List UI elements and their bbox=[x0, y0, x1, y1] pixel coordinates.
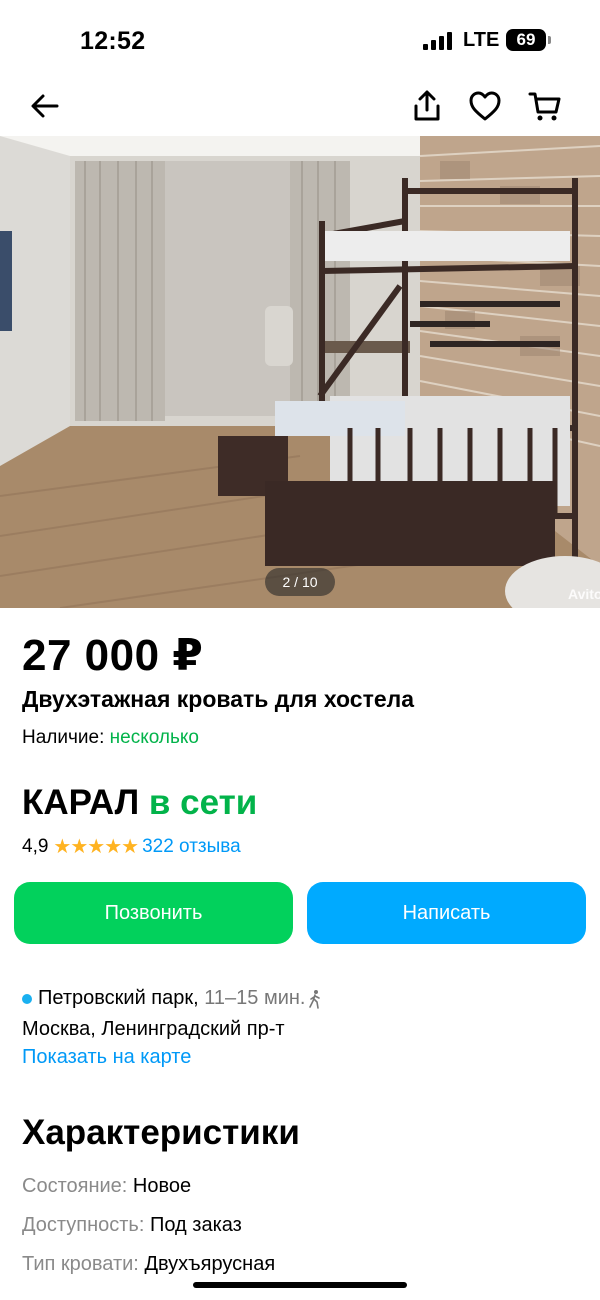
spec-row-bed-type: Тип кровати: Двухъярусная bbox=[22, 1253, 275, 1276]
metro-name: Петровский парк, bbox=[38, 987, 199, 1009]
spec-key: Тип кровати: bbox=[22, 1253, 139, 1275]
battery-icon: 69 bbox=[506, 29, 546, 51]
listing-title: Двухэтажная кровать для хостела bbox=[22, 686, 415, 712]
heart-icon[interactable] bbox=[467, 88, 503, 124]
status-bar: 12:52 LTE 69 bbox=[0, 0, 600, 80]
top-nav bbox=[0, 80, 600, 136]
cart-icon[interactable] bbox=[527, 88, 563, 124]
battery-cap bbox=[548, 36, 551, 44]
seller-name[interactable]: КАРАЛ bbox=[22, 783, 139, 822]
share-icon[interactable] bbox=[409, 88, 445, 124]
rating-value: 4,9 bbox=[22, 835, 49, 857]
seller-rating[interactable]: 4,9 ★★★★★ 322 отзыва bbox=[22, 834, 241, 859]
seller-online-status: в сети bbox=[148, 783, 258, 822]
call-button[interactable]: Позвонить bbox=[14, 882, 293, 944]
availability-label: Наличие: bbox=[22, 727, 105, 748]
home-indicator bbox=[193, 1282, 407, 1288]
spec-row-availability: Доступность: Под заказ bbox=[22, 1214, 242, 1237]
availability-value: несколько bbox=[109, 727, 199, 748]
metro-station: Петровский парк, 11–15 мин. bbox=[22, 987, 323, 1010]
walking-person-icon bbox=[309, 989, 321, 1009]
address: Москва, Ленинградский пр-т bbox=[22, 1018, 285, 1040]
photo-counter: 2 / 10 bbox=[265, 568, 335, 596]
arrow-left-icon[interactable] bbox=[27, 88, 63, 124]
spec-value: Новое bbox=[132, 1175, 192, 1197]
network-type: LTE bbox=[463, 29, 500, 51]
star-icons: ★★★★★ bbox=[53, 836, 139, 858]
spec-key: Доступность: bbox=[22, 1214, 145, 1236]
spec-key: Состояние: bbox=[22, 1175, 128, 1197]
avito-watermark: Avito bbox=[568, 586, 600, 602]
specs-heading: Характеристики bbox=[22, 1113, 300, 1152]
signal-icon bbox=[423, 32, 455, 50]
spec-row-condition: Состояние: Новое bbox=[22, 1175, 191, 1198]
listing-photo[interactable]: 2 / 10 Avito bbox=[0, 136, 600, 608]
availability: Наличие: несколько bbox=[22, 727, 199, 749]
price: 27 000 ₽ bbox=[22, 631, 204, 680]
status-time: 12:52 bbox=[80, 27, 146, 55]
show-on-map-link[interactable]: Показать на карте bbox=[22, 1046, 191, 1069]
battery-level: 69 bbox=[516, 30, 536, 49]
walk-time: 11–15 мин. bbox=[204, 987, 306, 1009]
reviews-link[interactable]: 322 отзыва bbox=[142, 836, 241, 858]
message-button[interactable]: Написать bbox=[307, 882, 586, 944]
metro-line-dot bbox=[22, 993, 32, 1004]
spec-value: Двухъярусная bbox=[144, 1253, 276, 1275]
seller-name-line[interactable]: КАРАЛ в сети bbox=[22, 783, 257, 823]
spec-value: Под заказ bbox=[149, 1214, 242, 1236]
